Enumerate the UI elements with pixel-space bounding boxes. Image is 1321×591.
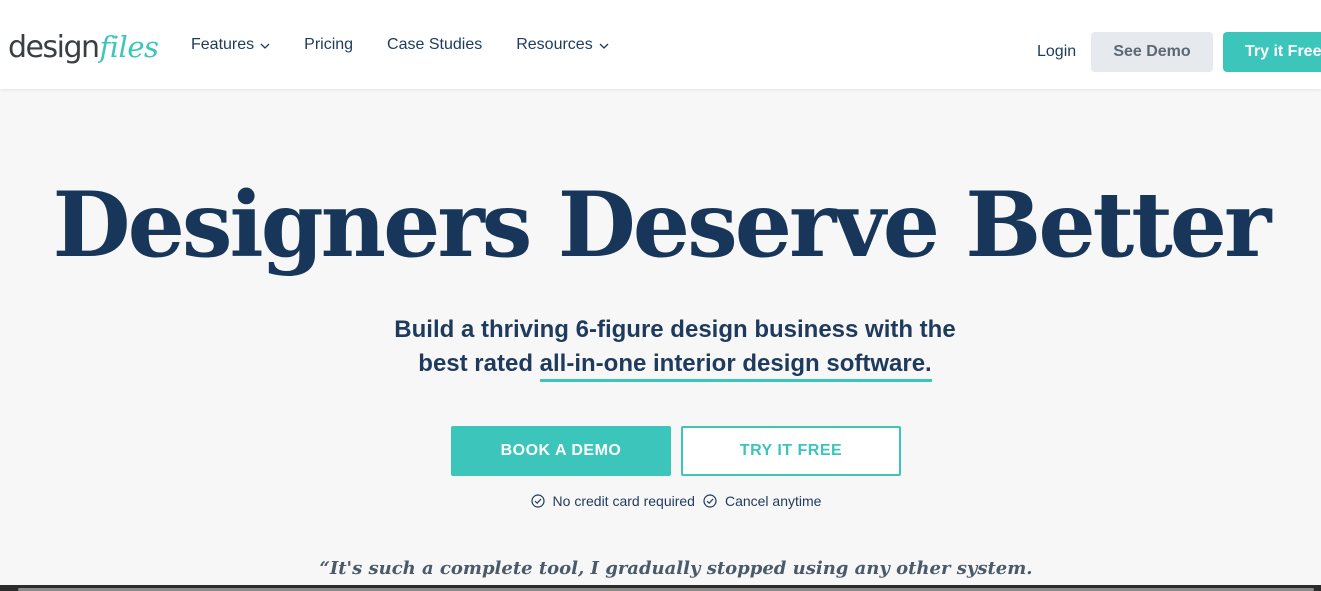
subtitle-prefix: best rated	[418, 350, 540, 377]
check-circle-icon	[530, 494, 545, 508]
nav-item-features[interactable]: Features	[191, 36, 270, 54]
main-nav: Features Pricing Case Studies Resources	[191, 0, 609, 89]
subtitle-highlight: all-in-one interior design software.	[539, 350, 932, 382]
book-demo-button[interactable]: BOOK A DEMO	[451, 426, 671, 476]
nav-item-pricing[interactable]: Pricing	[304, 36, 353, 54]
login-link[interactable]: Login	[1037, 43, 1076, 61]
nav-item-label: Pricing	[304, 35, 354, 53]
hero-subtitle: Build a thriving 6-figure design busines…	[0, 313, 1321, 382]
testimonial-quote: “It's such a complete tool, I gradually …	[319, 558, 1033, 579]
see-demo-button[interactable]: See Demo	[1091, 32, 1213, 72]
designfiles-logo[interactable]: design files	[8, 30, 159, 70]
check-circle-icon	[703, 494, 717, 508]
nav-item-label: Features	[191, 35, 255, 53]
perk-label: No credit card required	[552, 493, 695, 509]
chevron-down-icon	[260, 36, 270, 54]
subtitle-line-2: best rated all-in-one interior design so…	[0, 347, 1321, 382]
nav-item-resources[interactable]: Resources	[516, 35, 609, 54]
perk-no-credit-card: No credit card required	[530, 493, 695, 509]
chevron-down-icon	[599, 36, 609, 54]
try-free-nav-button[interactable]: Try it Free	[1223, 32, 1321, 72]
perk-cancel-anytime: Cancel anytime	[703, 493, 822, 509]
top-navbar: design files Features Pricing Case Studie…	[0, 0, 1321, 89]
try-it-free-button[interactable]: TRY IT FREE	[681, 426, 901, 476]
logo-text-design: design	[8, 30, 100, 65]
perk-label: Cancel anytime	[724, 493, 822, 509]
logo-text-files: files	[99, 30, 159, 64]
perks-row: No credit card required Cancel anytime	[0, 493, 1321, 509]
nav-item-label: Resources	[516, 35, 593, 53]
subtitle-line-1: Build a thriving 6-figure design busines…	[394, 316, 956, 343]
nav-item-label: Case Studies	[387, 35, 483, 53]
hero-title: Designers Deserve Better	[52, 172, 1272, 278]
nav-item-case-studies[interactable]: Case Studies	[387, 36, 482, 54]
